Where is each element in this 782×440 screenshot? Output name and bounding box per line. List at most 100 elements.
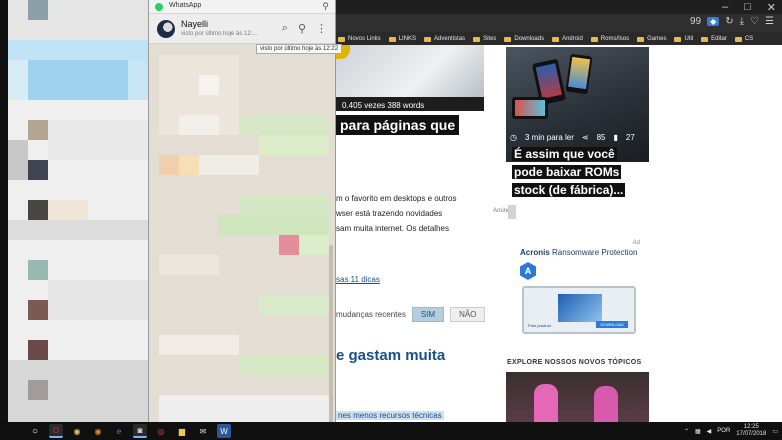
folder-icon	[473, 36, 481, 42]
clock[interactable]: 12:25 17/07/2018	[736, 424, 766, 438]
bookmark-folder[interactable]: Util	[674, 36, 693, 42]
action-center-icon[interactable]: ▭	[772, 428, 778, 435]
download-icon[interactable]: ⤓	[740, 16, 744, 27]
last-seen-tooltip: visto por último hoje às 12:22	[256, 44, 343, 54]
toolbar-icons: 99 ◆ ↻ ⤓ ♡ ☰	[690, 16, 774, 27]
article-hero-image[interactable]	[336, 45, 484, 97]
bookmark-folder[interactable]: Sites	[473, 36, 496, 42]
chat-messages-pixelated[interactable]	[149, 45, 335, 422]
avatar[interactable]	[157, 20, 175, 38]
yes-button[interactable]: SIM	[411, 307, 445, 322]
system-tray: ⌃ ▦ ◀ POR 12:25 17/07/2018 ▭	[684, 422, 778, 440]
no-button[interactable]: NÃO	[450, 307, 486, 322]
notification-chevron-icon[interactable]: ⌃	[684, 428, 689, 435]
search-icon[interactable]: ⌕	[282, 22, 288, 35]
search-icon[interactable]: ○	[28, 424, 42, 438]
maximize-button[interactable]: □	[744, 1, 751, 14]
bookmark-folder[interactable]: Novos Links	[338, 36, 381, 42]
bookmarks-bar: Novos Links LINKS Adventistas Sites Down…	[336, 33, 782, 45]
pixel-block	[28, 300, 48, 320]
chat-scrollbar[interactable]	[329, 245, 333, 422]
whatsapp-window: WhatsApp ⚲ Nayelli visto por último hoje…	[148, 0, 336, 422]
bookmark-folder[interactable]: CS	[734, 36, 753, 42]
menu-icon[interactable]: ☰	[765, 16, 774, 27]
app-icon[interactable]: ◎	[154, 424, 168, 438]
pixel-block	[28, 120, 48, 140]
clock-date: 17/07/2018	[736, 431, 767, 437]
bookmark-folder[interactable]: Android	[552, 36, 583, 42]
share-icon: ⋖	[581, 133, 589, 142]
whatsapp-window-title: WhatsApp	[169, 2, 202, 9]
pixel-block	[28, 60, 128, 100]
refresh-icon[interactable]: ↻	[725, 16, 733, 27]
web-page: 0.405 vezes 388 words para páginas que m…	[336, 45, 782, 422]
extension-counter[interactable]: 99	[690, 16, 701, 27]
recent-changes-row: mudanças recentes SIM NÃO	[336, 307, 486, 322]
bookmark-folder[interactable]: Roms/Isos	[590, 36, 629, 42]
network-icon[interactable]: ▦	[695, 428, 701, 435]
pixel-block	[179, 115, 219, 135]
pixel-block	[159, 155, 179, 175]
volume-icon[interactable]: ◀	[707, 428, 712, 435]
keyboard-language[interactable]: POR	[717, 428, 730, 434]
pixel-block	[48, 120, 148, 160]
pin-icon[interactable]: ⚲	[322, 1, 329, 12]
pixel-block	[279, 235, 299, 255]
minimize-button[interactable]: –	[722, 1, 728, 14]
dicas-link[interactable]: sas 11 dicas	[336, 275, 380, 284]
section-heading[interactable]: e gastam muita	[336, 347, 445, 364]
edge-icon[interactable]: e	[112, 424, 126, 438]
pixel-block	[159, 335, 239, 355]
recent-changes-label: mudanças recentes	[336, 310, 406, 319]
contact-last-seen: visto por último hoje às 12:...	[181, 31, 258, 37]
explore-heading: EXPLORE NOSSOS NOVOS TÓPICOS	[507, 359, 642, 366]
file-explorer-icon[interactable]: ▆	[175, 424, 189, 438]
firefox-icon[interactable]: ◉	[91, 424, 105, 438]
article-line: sam muita internet. Os detalhes	[336, 224, 449, 233]
shield-icon[interactable]: ◆	[707, 17, 720, 26]
mail-icon[interactable]: ✉	[196, 424, 210, 438]
chat-header[interactable]: Nayelli visto por último hoje às 12:... …	[149, 14, 335, 44]
pixel-block	[199, 75, 219, 95]
contact-name[interactable]: Nayelli	[181, 19, 208, 29]
explore-topic-image[interactable]	[506, 372, 649, 422]
attach-icon[interactable]: ⚲	[298, 22, 306, 35]
highlighted-link[interactable]: nes menos recursos técnicas	[336, 411, 444, 420]
pixel-block	[259, 295, 329, 315]
ad-title: Acronis Ransomware Protection	[520, 248, 637, 257]
bookmark-folder[interactable]: Downloads	[504, 36, 544, 42]
ad-download-button[interactable]: DOWNLOAD	[596, 321, 628, 328]
pixel-block	[28, 260, 48, 280]
article-body: m o favorito em desktops e outros wser e…	[336, 191, 476, 236]
heart-icon[interactable]: ♡	[750, 16, 759, 27]
folder-icon	[734, 36, 742, 42]
pixel-block	[48, 280, 148, 320]
word-icon[interactable]: W	[217, 424, 231, 438]
clock-icon: ◷	[510, 133, 517, 142]
bookmark-folder[interactable]: LINKS	[388, 36, 416, 42]
chrome-icon[interactable]: ◉	[70, 424, 84, 438]
bookmark-folder[interactable]: Adventistas	[424, 36, 465, 42]
ad-badge: Ad	[632, 240, 640, 246]
pixel-block	[8, 140, 28, 180]
opera-icon[interactable]: O	[49, 424, 63, 438]
article-headline[interactable]: para páginas que	[336, 115, 460, 135]
pixel-block	[299, 235, 329, 255]
bookmark-folder[interactable]: Games	[637, 36, 666, 42]
read-time: 3 min para ler	[524, 133, 574, 142]
featured-card-title[interactable]: É assim que você pode baixar ROMs stock …	[512, 145, 632, 199]
pixel-block	[239, 195, 329, 215]
bookmark-folder[interactable]: Editar	[701, 36, 727, 42]
article-line: m o favorito em desktops e outros	[336, 194, 457, 203]
ad-brand: Acronis	[520, 248, 550, 257]
pixel-block	[28, 380, 48, 400]
ad-product: Ransomware Protection	[552, 248, 638, 257]
advertisement[interactable]: Ad Acronis Ransomware Protection A Free …	[516, 240, 642, 344]
pixel-block	[28, 160, 48, 180]
pixel-block	[239, 115, 329, 135]
whatsapp-taskbar-icon[interactable]: ◙	[133, 424, 147, 438]
more-menu-icon[interactable]: ⋮	[316, 22, 327, 35]
folder-icon	[674, 36, 682, 42]
pixel-block	[28, 340, 48, 360]
close-button[interactable]: ✕	[767, 1, 776, 14]
